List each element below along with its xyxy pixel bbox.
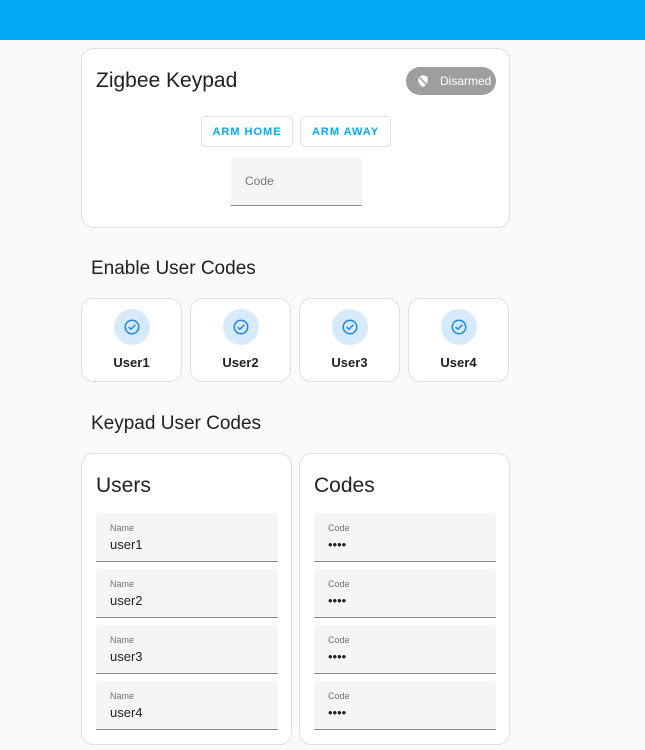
code-input[interactable]: Code [231,157,362,206]
user-code-field[interactable]: Code •••• [314,681,496,730]
user-toggle-card[interactable]: User2 [190,298,291,382]
user-name-field[interactable]: Name user1 [96,513,278,562]
field-label: Name [110,523,135,533]
field-label: Name [110,691,135,701]
user-code-field[interactable]: Code •••• [314,513,496,562]
check-circle-icon [441,309,477,345]
field-value: user4 [110,705,143,720]
code-placeholder: Code [245,174,274,188]
field-value: •••• [328,593,347,608]
user-code-field[interactable]: Code •••• [314,569,496,618]
user-code-field[interactable]: Code •••• [314,625,496,674]
keypad-user-codes-heading: Keypad User Codes [91,413,262,434]
shield-off-icon [417,75,429,87]
keypad-card: Zigbee Keypad Disarmed ARM HOME ARM AWAY… [81,48,510,228]
field-label: Code [328,523,350,533]
user-toggle-card[interactable]: User1 [81,298,182,382]
user-toggle-label: User4 [440,355,477,370]
field-value: •••• [328,705,347,720]
field-label: Code [328,635,350,645]
field-label: Code [328,579,350,589]
status-label: Disarmed [440,74,492,88]
codes-card: Codes Code •••• Code •••• Code •••• Code •••… [299,453,510,745]
arm-home-button[interactable]: ARM HOME [201,116,293,147]
field-label: Name [110,579,135,589]
user-toggle-card[interactable]: User3 [299,298,400,382]
status-badge[interactable]: Disarmed [406,67,496,95]
check-circle-icon [223,309,259,345]
top-app-bar [0,0,645,40]
user-name-field[interactable]: Name user3 [96,625,278,674]
field-value: user3 [110,649,143,664]
keypad-title: Zigbee Keypad [96,69,238,92]
field-value: user1 [110,537,143,552]
check-circle-icon [332,309,368,345]
user-toggle-label: User3 [331,355,368,370]
user-name-field[interactable]: Name user2 [96,569,278,618]
codes-title: Codes [314,474,375,497]
arm-away-button[interactable]: ARM AWAY [300,116,391,147]
user-name-field[interactable]: Name user4 [96,681,278,730]
user-toggle-label: User1 [113,355,150,370]
user-toggle-label: User2 [222,355,259,370]
users-card: Users Name user1 Name user2 Name user3 Name… [81,453,292,745]
field-label: Code [328,691,350,701]
enable-user-codes-heading: Enable User Codes [91,258,256,279]
field-value: user2 [110,593,143,608]
users-title: Users [96,474,151,497]
field-label: Name [110,635,135,645]
field-value: •••• [328,537,347,552]
check-circle-icon [114,309,150,345]
user-toggle-card[interactable]: User4 [408,298,509,382]
field-value: •••• [328,649,347,664]
